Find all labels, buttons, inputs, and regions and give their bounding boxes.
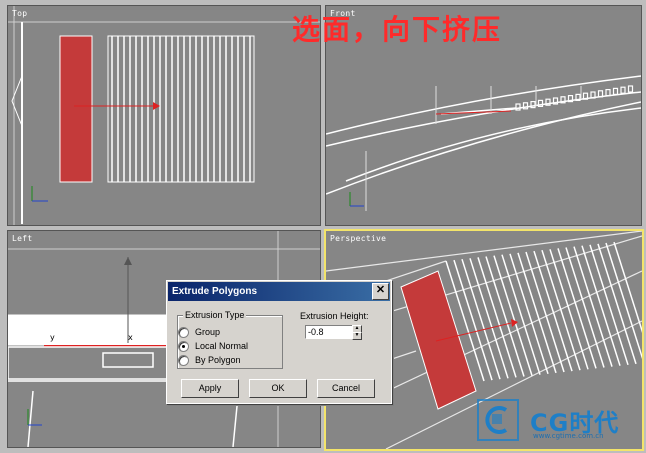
axis-x-mark: x xyxy=(128,333,133,342)
viewport-label-perspective: Perspective xyxy=(330,234,387,243)
radio-local-normal-indicator[interactable] xyxy=(178,341,189,352)
axis-y-mark: y xyxy=(50,333,55,342)
radio-by-polygon[interactable]: By Polygon xyxy=(178,354,241,366)
radio-local-normal[interactable]: Local Normal xyxy=(178,340,249,352)
viewport-label-top: Top xyxy=(12,9,28,18)
overlay-caption: 选面，向下挤压 xyxy=(292,13,503,46)
radio-group-indicator[interactable] xyxy=(178,327,189,338)
extrusion-height-label: Extrusion Height: xyxy=(300,311,369,321)
extrusion-height-input[interactable]: -0.8 xyxy=(305,325,353,339)
viewport-label-left: Left xyxy=(12,234,33,243)
spinner-down-icon[interactable]: ▼ xyxy=(352,332,362,340)
radio-by-polygon-indicator[interactable] xyxy=(178,355,189,366)
radio-group[interactable]: Group xyxy=(178,326,221,338)
radio-group-label: Group xyxy=(195,327,221,337)
ok-button[interactable]: OK xyxy=(249,379,307,398)
dialog-titlebar[interactable]: Extrude Polygons xyxy=(168,282,390,301)
extrusion-height-spinner[interactable]: ▲ ▼ xyxy=(352,325,362,340)
watermark-url: www.cgtime.com.cn xyxy=(533,432,604,440)
extrusion-type-label: Extrusion Type xyxy=(183,310,247,320)
close-icon[interactable]: ✕ xyxy=(372,283,389,300)
cancel-button[interactable]: Cancel xyxy=(317,379,375,398)
viewport-top[interactable]: Top xyxy=(7,5,321,226)
dialog-title: Extrude Polygons xyxy=(172,286,258,297)
extrude-polygons-dialog: Extrude Polygons ✕ Extrusion Type Group … xyxy=(166,280,392,404)
cg-logo-icon xyxy=(477,399,519,441)
top-view-geometry xyxy=(8,6,320,225)
selected-polygon-top xyxy=(59,35,93,183)
radio-local-normal-label: Local Normal xyxy=(195,341,249,351)
apply-button[interactable]: Apply xyxy=(181,379,239,398)
radio-by-polygon-label: By Polygon xyxy=(195,355,241,365)
